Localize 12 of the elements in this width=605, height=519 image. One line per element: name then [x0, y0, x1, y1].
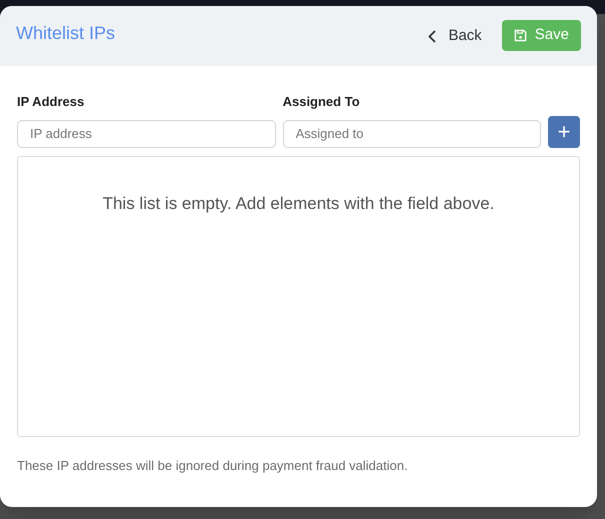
- input-field[interactable]: Assigned to: [282, 120, 542, 148]
- save-icon: [514, 29, 527, 42]
- field-label: IP Address: [17, 93, 86, 111]
- footnote: These IP addresses will be ignored during payment fraud validation.: [17, 456, 409, 475]
- input-field[interactable]: IP address: [17, 120, 276, 148]
- empty-message: This list is empty. Add elements with the field above.: [102, 192, 494, 214]
- field-label: Assigned To: [282, 93, 361, 111]
- add-button[interactable]: +: [548, 116, 580, 148]
- dialog-title: Whitelist IPs: [16, 22, 116, 44]
- chevron-left-icon: [428, 30, 436, 42]
- back-button[interactable]: Back: [420, 21, 490, 51]
- save-button[interactable]: Save: [502, 20, 581, 51]
